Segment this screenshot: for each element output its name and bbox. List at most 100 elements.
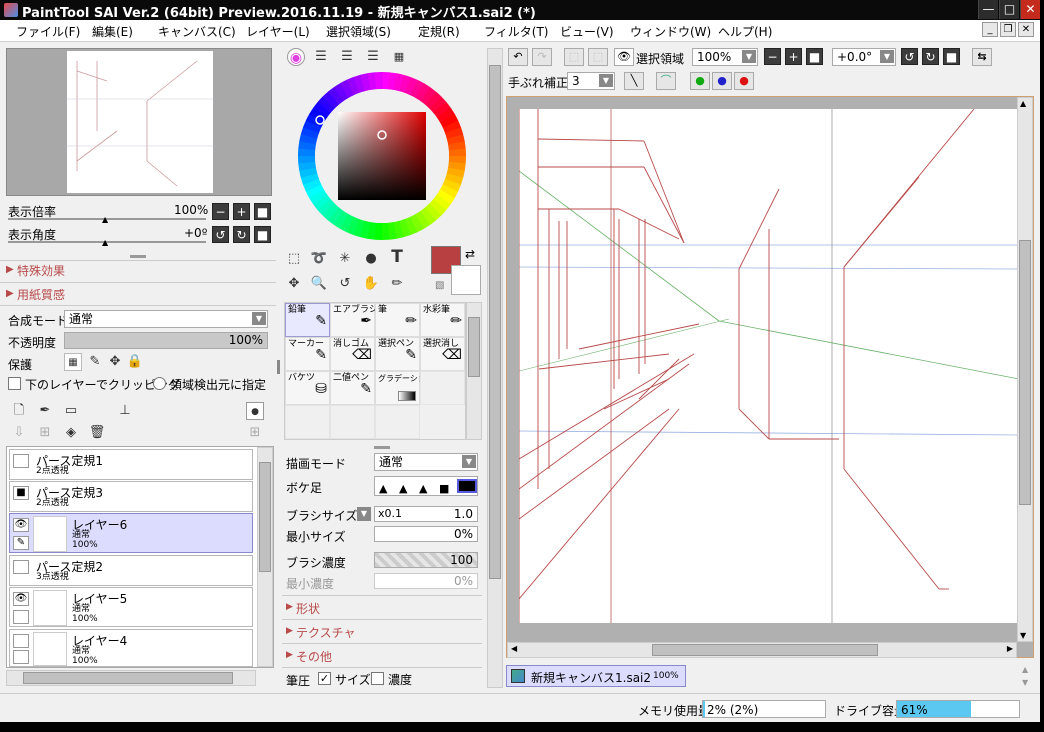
expand-arrow-icon[interactable]: ▶	[286, 602, 293, 612]
rotate-right-button[interactable]: ↻	[922, 48, 939, 65]
merge-down-icon[interactable]: ⇩	[10, 424, 28, 442]
protect-transparency-icon[interactable]: ▦	[64, 353, 82, 371]
scroll-down-icon[interactable]: ▼	[1020, 631, 1026, 640]
blur-shape-hard-icon[interactable]: ▲	[419, 482, 427, 495]
eye-icon[interactable]: 👁	[13, 592, 29, 606]
tool-airbrush[interactable]: エアブラシ ✒	[330, 303, 378, 337]
visibility-toggle[interactable]	[13, 560, 29, 574]
texture-section-header[interactable]: テクスチャ	[296, 624, 356, 641]
zoom-slider-handle[interactable]: ▲	[102, 215, 108, 224]
maximize-button[interactable]: □	[999, 0, 1019, 19]
menu-view[interactable]: ビュー(V)	[560, 23, 614, 40]
tool-binary-pen[interactable]: 二値ペン ✎	[330, 371, 375, 405]
swatches-tab-icon[interactable]: ▦	[390, 48, 408, 66]
rect-select-icon[interactable]: ⬚	[285, 250, 303, 268]
protect-move-icon[interactable]: ✥	[106, 353, 124, 371]
mdi-minimize-button[interactable]: _	[982, 22, 998, 37]
lock-icon[interactable]: 🔒	[126, 353, 144, 371]
red-dot-toggle[interactable]: ●	[734, 72, 754, 90]
layer-h-scrollbar[interactable]	[6, 670, 256, 686]
expand-arrow-icon[interactable]: ▶	[6, 288, 14, 299]
close-button[interactable]: ✕	[1020, 0, 1040, 19]
menu-layer[interactable]: レイヤー(L)	[246, 23, 310, 40]
tool-empty-slot[interactable]	[375, 405, 420, 439]
rotate-icon[interactable]: ↺	[336, 275, 354, 293]
clear-layer-icon[interactable]: ◈	[62, 424, 80, 442]
layer-row[interactable]: パース定規1 2点透視	[9, 449, 253, 480]
new-pen-layer-icon[interactable]: ✒	[36, 402, 54, 420]
transfer-icon[interactable]: ⊞	[36, 424, 54, 442]
draw-mode-select[interactable]: 通常 ▼	[374, 453, 478, 471]
layer-row[interactable]: 👁 レイヤー5 通常 100%	[9, 587, 253, 627]
menu-filter[interactable]: フィルタ(T)	[484, 23, 548, 40]
opacity-slider[interactable]: 100%	[64, 332, 268, 349]
menu-help[interactable]: ヘルプ(H)	[718, 23, 772, 40]
undo-icon[interactable]: ↶	[508, 48, 528, 66]
new-folder-icon[interactable]: ▭	[62, 402, 80, 420]
tool-brush[interactable]: 筆 ✏	[375, 303, 420, 337]
eyedropper-icon[interactable]: ✏	[388, 275, 406, 293]
rotate-reset-button[interactable]: ■	[254, 226, 271, 243]
canvas-v-scrollbar-thumb[interactable]	[1019, 240, 1031, 505]
navigator-preview[interactable]	[6, 48, 272, 196]
invert-selection-icon[interactable]: ⬚	[588, 48, 608, 66]
layer-scrollbar[interactable]	[257, 447, 273, 667]
canvas-paper[interactable]	[518, 108, 1020, 623]
hsv-slider-tab-icon[interactable]: ☰	[338, 48, 356, 66]
rgb-slider-tab-icon[interactable]: ☰	[312, 48, 330, 66]
lock-toggle[interactable]	[13, 610, 29, 624]
color-wheel[interactable]	[298, 72, 466, 240]
trash-icon[interactable]: 🗑	[88, 424, 106, 442]
special-effects-header[interactable]: 特殊効果	[17, 262, 65, 279]
zoom-in-button[interactable]: +	[233, 203, 250, 220]
zoom-reset-button[interactable]: ■	[806, 48, 823, 65]
panel-resize-handle[interactable]	[277, 360, 280, 374]
expand-arrow-icon[interactable]: ▶	[6, 264, 14, 275]
canvas-h-scrollbar[interactable]: ◀ ▶	[507, 642, 1017, 658]
layer-scrollbar-thumb[interactable]	[259, 462, 271, 572]
tool-panel-scrollbar[interactable]	[487, 48, 503, 688]
tool-empty-slot[interactable]	[330, 405, 375, 439]
expand-arrow-icon[interactable]: ▶	[286, 626, 293, 636]
title-bar[interactable]: PaintTool SAI Ver.2 (64bit) Preview.2016…	[0, 0, 1040, 21]
blur-shape-soft-icon[interactable]: ▲	[379, 482, 387, 495]
menu-file[interactable]: ファイル(F)	[16, 23, 80, 40]
redo-icon[interactable]: ↷	[532, 48, 552, 66]
apply-mask-icon[interactable]: ⊞	[246, 424, 264, 442]
flip-horizontal-icon[interactable]: ⇆	[972, 48, 992, 66]
rotate-reset-button[interactable]: ■	[943, 48, 960, 65]
stabilizer-select[interactable]: 3 ▼	[567, 72, 615, 90]
tool-empty-slot[interactable]	[285, 405, 330, 439]
menu-ruler[interactable]: 定規(R)	[418, 23, 460, 40]
menu-edit[interactable]: 編集(E)	[92, 23, 133, 40]
curve-tool-icon[interactable]: ⌒	[656, 72, 676, 90]
scroll-left-icon[interactable]: ◀	[511, 644, 517, 653]
tool-eraser[interactable]: 消しゴム ⌫	[330, 337, 375, 371]
other-section-header[interactable]: その他	[296, 648, 332, 665]
visibility-toggle[interactable]	[13, 454, 29, 468]
menu-selection[interactable]: 選択領域(S)	[326, 23, 391, 40]
layer-row[interactable]: ■ パース定規3 2点透視	[9, 481, 253, 512]
tool-select-eraser[interactable]: 選択消し ⌫	[420, 337, 465, 371]
panel-splitter[interactable]	[374, 446, 390, 449]
visibility-toggle[interactable]: ■	[13, 486, 29, 500]
green-dot-toggle[interactable]: ●	[690, 72, 710, 90]
layer-row-selected[interactable]: 👁 ✎ レイヤー6 通常 100%	[9, 513, 253, 553]
rotate-left-button[interactable]: ↺	[901, 48, 918, 65]
canvas-v-scrollbar[interactable]: ▲ ▼	[1017, 97, 1033, 642]
tool-bucket[interactable]: バケツ ⛁	[285, 371, 330, 405]
blur-shape-selector[interactable]: ▲ ▲ ▲ ■	[374, 476, 478, 496]
rotate-right-button[interactable]: ↻	[233, 226, 250, 243]
blur-shape-solid-icon[interactable]	[457, 479, 477, 493]
blue-dot-toggle[interactable]: ●	[712, 72, 732, 90]
brush-density-slider[interactable]: 100	[374, 552, 478, 568]
layer-row[interactable]: パース定規2 3点透視	[9, 555, 253, 586]
brush-size-field[interactable]: x0.1 1.0	[374, 506, 478, 522]
layer-row[interactable]: レイヤー4 通常 100%	[9, 629, 253, 667]
zoom-icon[interactable]: 🔍	[310, 275, 328, 293]
minimize-button[interactable]: —	[978, 0, 998, 19]
zoom-out-button[interactable]: −	[764, 48, 781, 65]
pressure-size-checkbox[interactable]: ✓	[318, 672, 331, 685]
tool-grid-scrollbar[interactable]	[466, 302, 482, 440]
shape-section-header[interactable]: 形状	[296, 600, 320, 617]
